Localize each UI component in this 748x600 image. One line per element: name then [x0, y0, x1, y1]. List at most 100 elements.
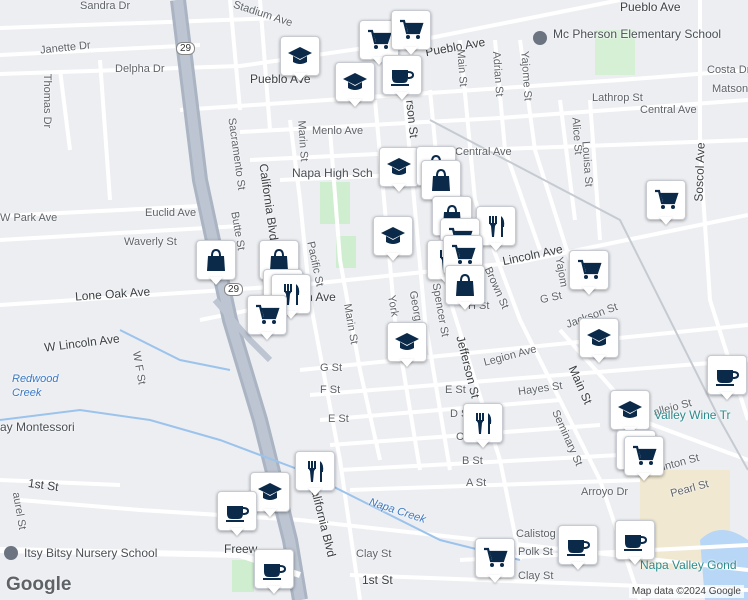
- coffee-cup-marker[interactable]: [254, 549, 294, 595]
- coffee-cup-marker[interactable]: [615, 520, 655, 566]
- water-label: Redwood Creek: [12, 373, 59, 399]
- place-label: Napa High Sch: [292, 166, 373, 180]
- shopping-cart-icon: [624, 436, 664, 476]
- marker-pointer: [582, 287, 596, 295]
- school-icon: [579, 318, 619, 358]
- marker-pointer: [400, 359, 414, 367]
- park-area: [232, 560, 254, 592]
- school-marker[interactable]: [280, 36, 320, 82]
- school-marker[interactable]: [579, 318, 619, 364]
- shopping-cart-marker[interactable]: [569, 250, 609, 296]
- school-poi-icon: [533, 31, 547, 45]
- shopping-cart-marker[interactable]: [391, 10, 431, 56]
- marker-pointer: [404, 47, 418, 55]
- street-label: E St: [445, 384, 466, 396]
- shopping-cart-icon: [475, 538, 515, 578]
- map-canvas[interactable]: Sandra Dr Stadium Ave Pueblo Ave Janette…: [0, 0, 748, 600]
- shopping-cart-icon: [646, 180, 686, 220]
- street-label: Costa Dr: [707, 64, 748, 76]
- shopping-bag-marker[interactable]: [196, 240, 236, 286]
- coffee-cup-marker[interactable]: [382, 55, 422, 101]
- street-label: Soscol Ave: [691, 142, 708, 202]
- marker-pointer: [628, 557, 642, 565]
- street-label: Delpha Dr: [115, 63, 165, 75]
- shopping-bag-icon: [445, 265, 485, 305]
- school-icon: [610, 390, 650, 430]
- street-label: Central Ave: [640, 104, 697, 116]
- coffee-cup-icon: [615, 520, 655, 560]
- marker-pointer: [230, 528, 244, 536]
- shopping-bag-icon: [196, 240, 236, 280]
- coffee-cup-marker[interactable]: [707, 355, 747, 401]
- place-label: Valley Wine Tr: [654, 408, 731, 422]
- marker-pointer: [209, 277, 223, 285]
- school-icon: [387, 322, 427, 362]
- google-logo[interactable]: Google: [6, 574, 71, 596]
- school-marker[interactable]: [379, 147, 419, 193]
- marker-pointer: [476, 440, 490, 448]
- street-label: Euclid Ave: [145, 207, 197, 219]
- street-label: Pueblo Ave: [620, 0, 681, 14]
- shopping-cart-marker[interactable]: [624, 436, 664, 482]
- marker-pointer: [637, 473, 651, 481]
- coffee-cup-icon: [382, 55, 422, 95]
- map-attribution[interactable]: Map data ©2024 Google: [628, 585, 744, 598]
- street-label: Lathrop St: [592, 92, 643, 104]
- shopping-bag-marker[interactable]: [445, 265, 485, 311]
- street-label: Calistog: [516, 528, 556, 540]
- marker-pointer: [395, 92, 409, 100]
- restaurant-icon: [295, 451, 335, 491]
- street-label: W Park Ave: [0, 212, 58, 224]
- street-label: Freew: [224, 542, 258, 556]
- street-label: Arroyo Dr: [581, 486, 629, 498]
- marker-pointer: [489, 243, 503, 251]
- street-label: Main St: [454, 48, 469, 88]
- street-label: F St: [320, 384, 341, 396]
- place-label: ay Montessori: [0, 420, 75, 434]
- coffee-cup-marker[interactable]: [217, 491, 257, 537]
- marker-pointer: [458, 302, 472, 310]
- school-icon: [280, 36, 320, 76]
- shopping-cart-marker[interactable]: [475, 538, 515, 584]
- place-label: Mc Pherson Elementary School: [553, 27, 722, 41]
- school-poi-icon: [4, 546, 18, 560]
- coffee-cup-icon: [558, 525, 598, 565]
- marker-pointer: [571, 562, 585, 570]
- coffee-cup-marker[interactable]: [558, 525, 598, 571]
- marker-pointer: [386, 253, 400, 261]
- marker-pointer: [659, 217, 673, 225]
- marker-pointer: [308, 488, 322, 496]
- school-marker[interactable]: [387, 322, 427, 368]
- street-label: Clay St: [518, 570, 554, 582]
- school-icon: [379, 147, 419, 187]
- school-marker[interactable]: [373, 216, 413, 262]
- restaurant-marker[interactable]: [463, 403, 503, 449]
- street-label: Menlo Ave: [312, 125, 364, 137]
- street-label: A St: [466, 477, 487, 489]
- marker-pointer: [488, 575, 502, 583]
- street-label: Polk St: [518, 546, 553, 558]
- street-label: B St: [462, 455, 483, 467]
- street-label: 1st St: [362, 573, 393, 587]
- shopping-cart-marker[interactable]: [247, 295, 287, 341]
- coffee-cup-icon: [254, 549, 294, 589]
- marker-pointer: [263, 509, 277, 517]
- marker-pointer: [293, 73, 307, 81]
- street-label: Sandra Dr: [80, 0, 131, 12]
- place-label: Itsy Bitsy Nursery School: [24, 546, 158, 560]
- marker-pointer: [267, 586, 281, 594]
- restaurant-icon: [463, 403, 503, 443]
- coffee-cup-icon: [217, 491, 257, 531]
- marker-pointer: [348, 99, 362, 107]
- shopping-cart-icon: [569, 250, 609, 290]
- shopping-cart-icon: [247, 295, 287, 335]
- shopping-cart-marker[interactable]: [646, 180, 686, 226]
- restaurant-marker[interactable]: [295, 451, 335, 497]
- street-label: G St: [320, 362, 343, 374]
- street-label: Waverly St: [124, 236, 177, 248]
- street-label: Central Ave: [455, 146, 512, 158]
- marker-pointer: [392, 184, 406, 192]
- marker-pointer: [260, 332, 274, 340]
- marker-pointer: [720, 392, 734, 400]
- school-marker[interactable]: [335, 62, 375, 108]
